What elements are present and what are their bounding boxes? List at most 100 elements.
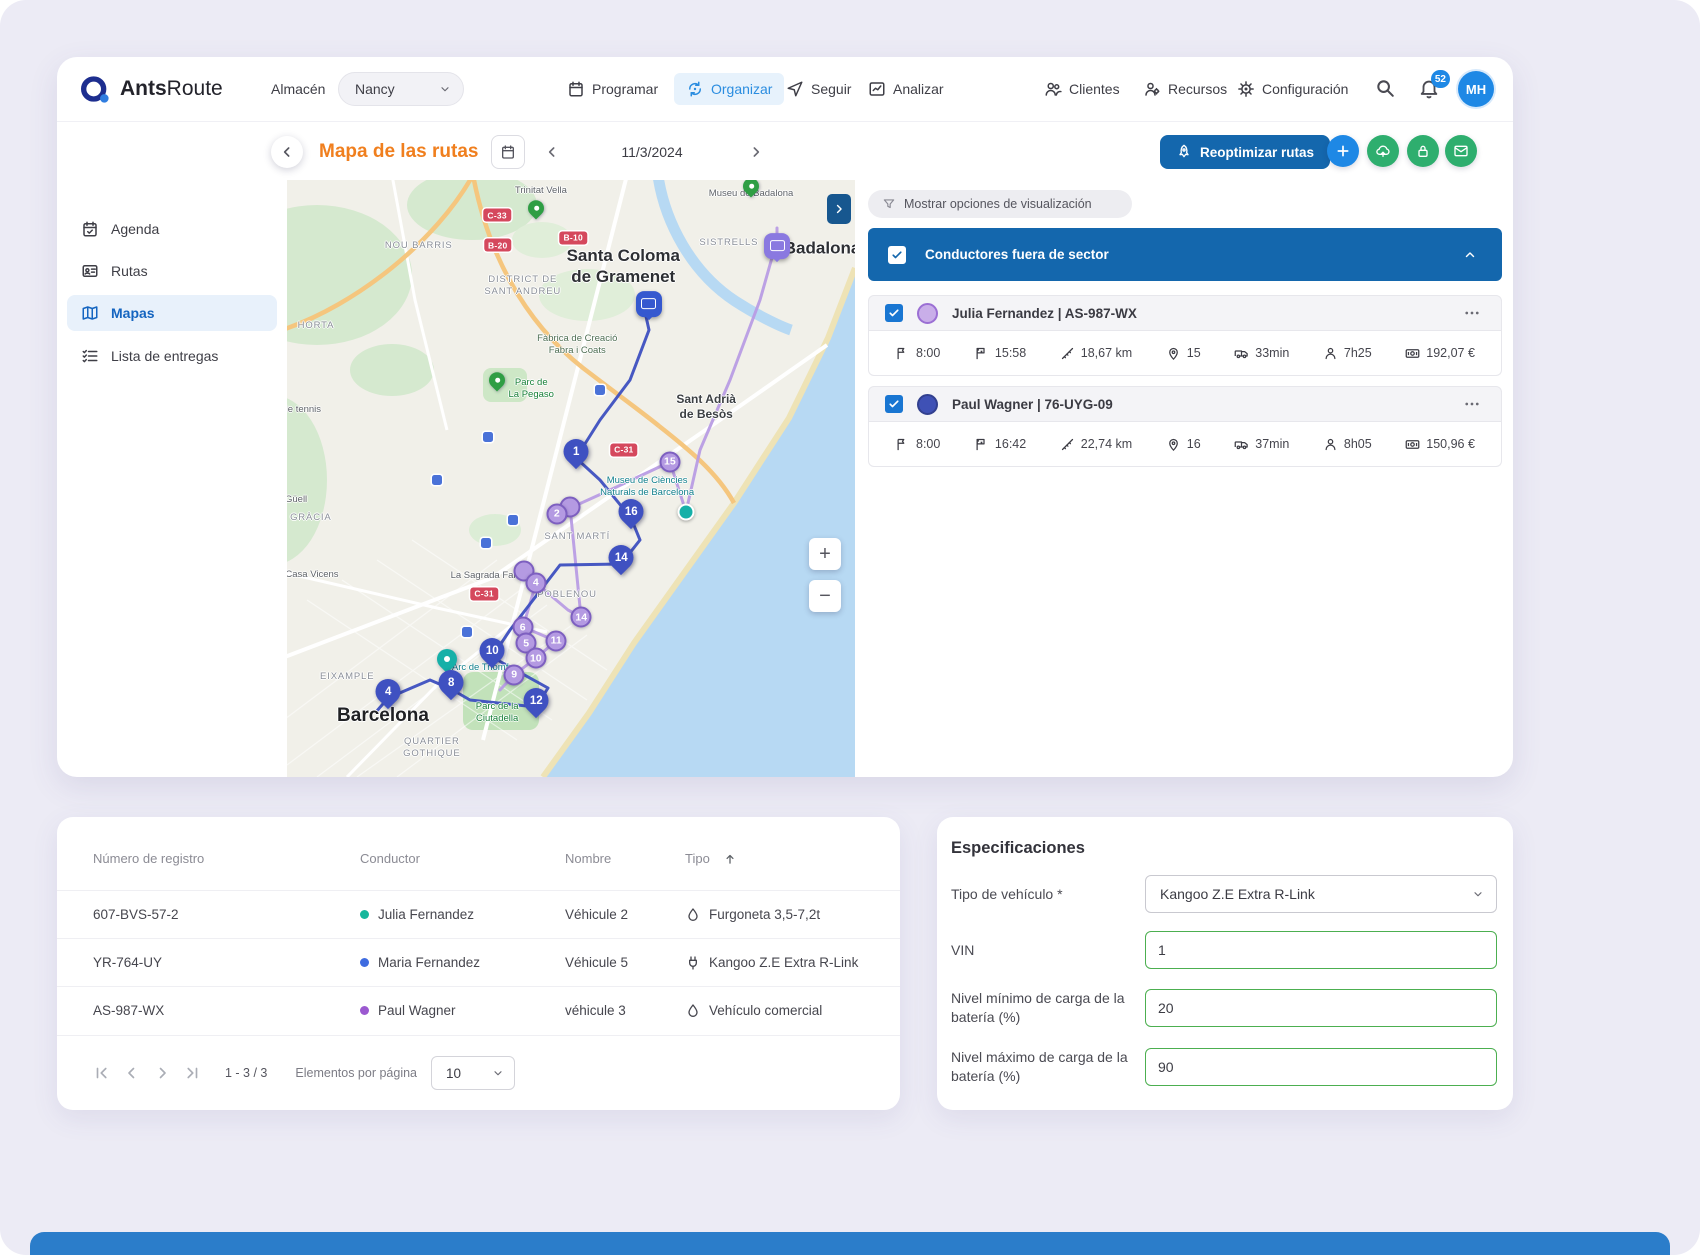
table-header-row: Número de registro Conductor Nombre Tipo: [57, 837, 900, 880]
per-page-select[interactable]: 10: [431, 1056, 515, 1090]
back-button[interactable]: [271, 136, 303, 168]
road-badge: C-31: [610, 443, 637, 456]
stop-marker-purple[interactable]: 11: [546, 630, 567, 651]
stat-drive-time: 33min: [1234, 346, 1289, 361]
section-checkbox[interactable]: [888, 246, 906, 264]
search-button[interactable]: [1373, 77, 1397, 101]
analyze-icon: [868, 80, 886, 98]
current-date: 11/3/2024: [577, 144, 727, 160]
van-icon: [1234, 346, 1249, 361]
sidebar-item-lista-de-entregas[interactable]: Lista de entregas: [67, 338, 277, 374]
footer-bar: [30, 1232, 1670, 1255]
min-battery-input[interactable]: [1145, 989, 1497, 1027]
send-mail-button[interactable]: [1445, 135, 1477, 167]
stop-marker-purple[interactable]: 4: [525, 572, 546, 593]
stop-marker-purple[interactable]: 15: [659, 451, 680, 472]
person-icon: [1323, 346, 1338, 361]
notifications-button[interactable]: 52: [1417, 77, 1441, 101]
road-badge: B-10: [560, 231, 587, 244]
warehouse-select[interactable]: Nancy: [338, 72, 464, 106]
nav-item-programar[interactable]: Programar: [567, 57, 658, 121]
vin-input[interactable]: [1145, 931, 1497, 969]
driver-menu-button[interactable]: [1459, 391, 1485, 417]
registration-cell: AS-987-WX: [57, 1003, 360, 1018]
driver-menu-button[interactable]: [1459, 300, 1485, 326]
add-button[interactable]: [1327, 135, 1359, 167]
vehicle-type-select[interactable]: Kangoo Z.E Extra R-Link: [1145, 875, 1497, 913]
col-type[interactable]: Tipo: [685, 851, 737, 866]
col-name[interactable]: Nombre: [565, 851, 685, 866]
sidebar-item-rutas[interactable]: Rutas: [67, 253, 277, 289]
vehicle-type-label: Tipo de vehículo *: [951, 885, 1136, 904]
driver-status-dot: [360, 958, 369, 967]
antsroute-logo-icon: [79, 73, 111, 105]
table-row[interactable]: AS-987-WX Paul Wagner véhicule 3 Vehícul…: [57, 986, 900, 1034]
map-expand-button[interactable]: [827, 194, 851, 224]
table-row[interactable]: YR-764-UY Maria Fernandez Véhicule 5 Kan…: [57, 938, 900, 986]
stat-stops: 16: [1166, 437, 1201, 452]
sidebar-item-agenda[interactable]: Agenda: [67, 211, 277, 247]
first-page-button[interactable]: [87, 1058, 117, 1088]
driver-row-header[interactable]: Julia Fernandez | AS-987-WX: [868, 295, 1502, 331]
organize-icon: [686, 80, 704, 98]
calendar-picker-button[interactable]: [491, 135, 525, 169]
settings-gear-icon: [1237, 80, 1255, 98]
stop-marker-purple[interactable]: 14: [571, 607, 592, 628]
next-day-button[interactable]: [743, 139, 769, 165]
drivers-out-of-sector-header[interactable]: Conductores fuera de sector: [868, 228, 1502, 281]
sidebar-item-mapas[interactable]: Mapas: [67, 295, 277, 331]
transit-station-icon: [595, 385, 605, 395]
display-options-filter[interactable]: Mostrar opciones de visualización: [868, 190, 1132, 218]
depot-marker[interactable]: [677, 503, 694, 520]
nav-item-configuracion[interactable]: Configuración: [1237, 57, 1348, 121]
table-row[interactable]: 607-BVS-57-2 Julia Fernandez Véhicule 2 …: [57, 890, 900, 938]
vin-control: [1145, 931, 1497, 969]
cloud-upload-button[interactable]: [1367, 135, 1399, 167]
next-page-button[interactable]: [147, 1058, 177, 1088]
zoom-out-button[interactable]: −: [809, 580, 841, 612]
zoom-in-button[interactable]: +: [809, 538, 841, 570]
maps-icon: [81, 304, 99, 322]
money-icon: [1405, 437, 1420, 452]
previous-page-button[interactable]: [117, 1058, 147, 1088]
stop-marker-purple[interactable]: 10: [525, 648, 546, 669]
stop-marker-purple[interactable]: 2: [546, 503, 567, 524]
route-map[interactable]: Trinitat VellaMuseu de BadalonaSISTRELLS…: [287, 180, 855, 777]
nav-item-organizar[interactable]: Organizar: [674, 73, 784, 105]
max-battery-control: [1145, 1048, 1497, 1086]
driver-checkbox[interactable]: [885, 304, 903, 322]
vehicle-type-cell: Kangoo Z.E Extra R-Link: [685, 955, 858, 971]
stop-marker-purple[interactable]: 9: [504, 664, 525, 685]
driver-row-header[interactable]: Paul Wagner | 76-UYG-09: [868, 386, 1502, 422]
nav-item-recursos[interactable]: Recursos: [1143, 57, 1227, 121]
user-avatar[interactable]: MH: [1458, 71, 1494, 107]
driver-stats-row: 8:00 15:58 18,67 km 15 33min 7h25 192,07…: [868, 331, 1502, 376]
max-battery-input[interactable]: [1145, 1048, 1497, 1086]
max-battery-label: Nivel máximo de carga de la batería (%): [951, 1048, 1136, 1086]
nav-item-clientes[interactable]: Clientes: [1044, 57, 1120, 121]
map-canvas: [287, 180, 855, 777]
driver-checkbox[interactable]: [885, 395, 903, 413]
stat-work-time: 7h25: [1323, 346, 1372, 361]
lock-button[interactable]: [1407, 135, 1439, 167]
vehicle-type-cell: Furgoneta 3,5-7,2t: [685, 907, 820, 923]
start-time-icon: [895, 346, 910, 361]
distance-icon: [1060, 437, 1075, 452]
col-registration[interactable]: Número de registro: [57, 851, 360, 866]
vehicle-marker-purple[interactable]: [764, 233, 790, 259]
vehicles-table-card: Número de registro Conductor Nombre Tipo…: [57, 817, 900, 1110]
end-time-icon: [974, 437, 989, 452]
previous-day-button[interactable]: [539, 139, 565, 165]
collapse-section-button[interactable]: [1458, 243, 1482, 267]
funnel-icon: [882, 197, 896, 211]
nav-item-analizar[interactable]: Analizar: [868, 57, 944, 121]
last-page-button[interactable]: [177, 1058, 207, 1088]
warehouse-label: Almacén: [271, 57, 325, 121]
transit-station-icon: [508, 515, 518, 525]
nav-item-seguir[interactable]: Seguir: [786, 57, 851, 121]
col-driver[interactable]: Conductor: [360, 851, 565, 866]
reoptimize-routes-button[interactable]: Reoptimizar rutas: [1160, 135, 1330, 169]
vehicle-marker-blue[interactable]: [636, 291, 662, 317]
brand-name: AntsRoute: [120, 77, 223, 101]
vin-label: VIN: [951, 941, 1136, 960]
